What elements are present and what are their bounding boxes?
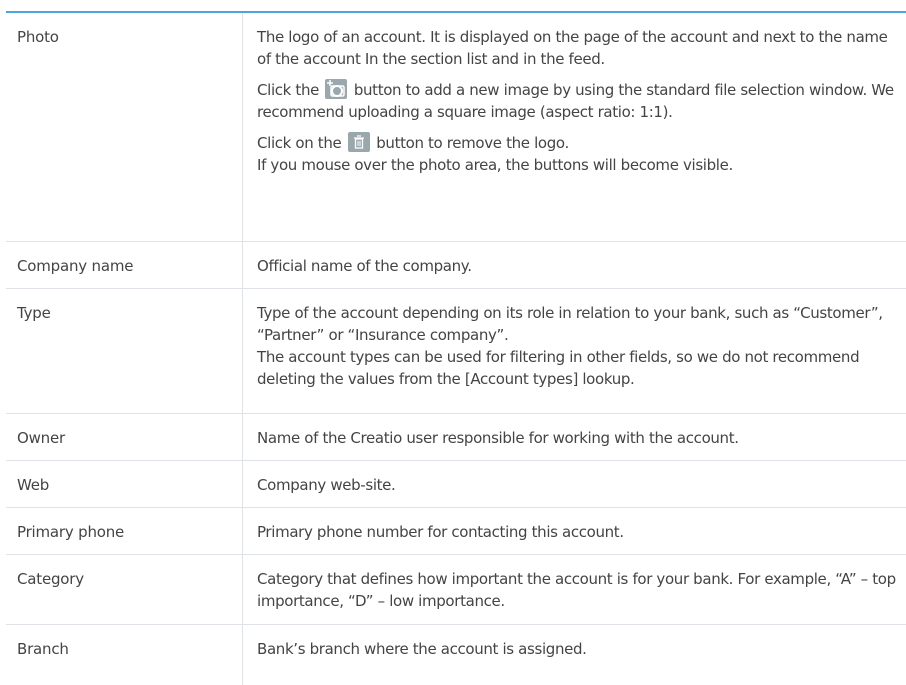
field-name: Photo [6, 13, 243, 241]
description-text: Click the button to add a new image by u… [257, 79, 894, 121]
field-name: Branch [6, 625, 243, 685]
add-photo-icon [325, 79, 348, 99]
field-description: The logo of an account. It is displayed … [243, 13, 906, 241]
field-description: Type of the account depending on its rol… [243, 289, 906, 413]
fields-table: Photo The logo of an account. It is disp… [6, 11, 906, 685]
description-text: The account types can be used for filter… [257, 348, 860, 388]
field-description: Official name of the company. [257, 257, 472, 275]
table-row-company-name: Company name Official name of the compan… [6, 242, 906, 289]
table-row-owner: Owner Name of the Creatio user responsib… [6, 414, 906, 461]
field-description: Company web-site. [257, 476, 396, 494]
field-description: Name of the Creatio user responsible for… [257, 429, 739, 447]
field-description: Category that defines how important the … [257, 570, 896, 610]
description-text: The logo of an account. It is displayed … [257, 28, 888, 68]
field-name: Company name [6, 242, 243, 288]
trash-icon [347, 132, 370, 152]
field-name: Owner [6, 414, 243, 460]
field-name: Category [6, 555, 243, 624]
table-row-branch: Branch Bank’s branch where the account i… [6, 625, 906, 685]
field-description: Bank’s branch where the account is assig… [257, 640, 587, 658]
description-text: Type of the account depending on its rol… [257, 304, 883, 344]
table-row-web: Web Company web-site. [6, 461, 906, 508]
field-name: Web [6, 461, 243, 507]
table-row-primary-phone: Primary phone Primary phone number for c… [6, 508, 906, 555]
field-description: Primary phone number for contacting this… [257, 523, 624, 541]
table-row-category: Category Category that defines how impor… [6, 555, 906, 625]
table-row-type: Type Type of the account depending on it… [6, 289, 906, 414]
field-name: Primary phone [6, 508, 243, 554]
field-name: Type [6, 289, 243, 413]
description-text: Click on the button to remove the logo. [257, 132, 569, 152]
table-row-photo: Photo The logo of an account. It is disp… [6, 13, 906, 242]
description-text: If you mouse over the photo area, the bu… [257, 156, 733, 174]
